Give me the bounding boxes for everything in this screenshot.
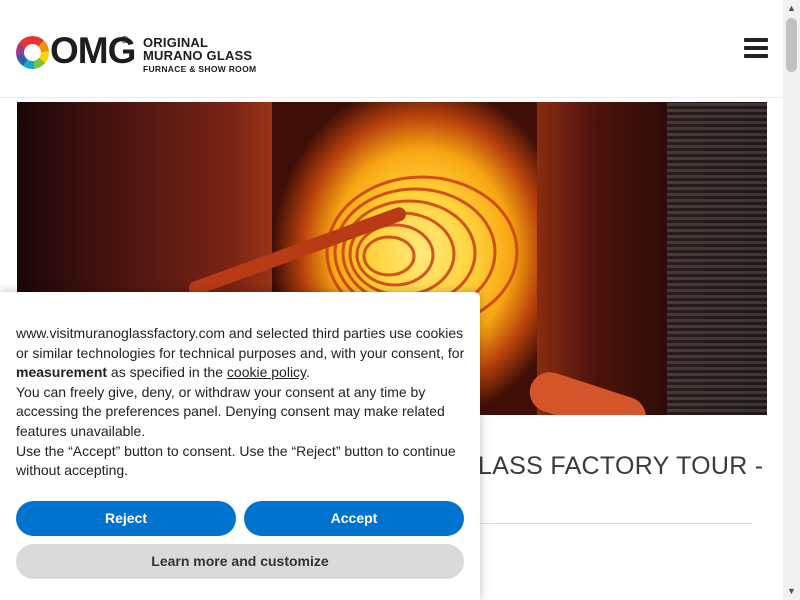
scroll-down-arrow-icon[interactable]: ▼ — [783, 583, 800, 600]
murano-ring-icon — [16, 36, 49, 69]
cookie-consent-banner: www.visitmuranoglassfactory.com and sele… — [0, 292, 480, 600]
menu-bar — [744, 54, 768, 58]
registered-mark: ® — [121, 35, 129, 46]
page-title: LASS FACTORY TOUR - — [478, 452, 764, 480]
learn-more-customize-button[interactable]: Learn more and customize — [16, 544, 464, 579]
cookie-notice-text: www.visitmuranoglassfactory.com and sele… — [16, 324, 468, 481]
brand-tagline[interactable]: ORIGINAL MURANO GLASS FURNACE & SHOW ROO… — [143, 36, 256, 76]
menu-bar — [744, 46, 768, 50]
title-divider — [478, 523, 752, 524]
scroll-up-arrow-icon[interactable]: ▲ — [783, 0, 800, 17]
cookie-text-intro: www.visitmuranoglassfactory.com and sele… — [16, 325, 465, 361]
scroll-thumb[interactable] — [786, 18, 797, 72]
site-header: OMG ® ORIGINAL MURANO GLASS FURNACE & SH… — [0, 0, 783, 98]
cookie-text-end: . — [306, 364, 310, 381]
reject-button[interactable]: Reject — [16, 501, 236, 536]
brand-line-furnace: FURNACE & SHOW ROOM — [143, 64, 257, 74]
vertical-scrollbar[interactable]: ▲ ▼ — [783, 0, 800, 600]
accept-button[interactable]: Accept — [244, 501, 464, 536]
cookie-text-buttons: Use the “Accept” button to consent. Use … — [16, 442, 456, 479]
cookie-text-consent: You can freely give, deny, or withdraw y… — [16, 383, 445, 439]
menu-bar — [744, 38, 768, 42]
cookie-text-mid: as specified in the — [107, 364, 227, 381]
hamburger-menu-icon[interactable] — [744, 38, 768, 58]
cookie-policy-link[interactable]: cookie policy — [227, 364, 306, 380]
cookie-text-measurement: measurement — [16, 364, 108, 381]
brand-line-murano-glass: MURANO GLASS — [143, 48, 253, 63]
